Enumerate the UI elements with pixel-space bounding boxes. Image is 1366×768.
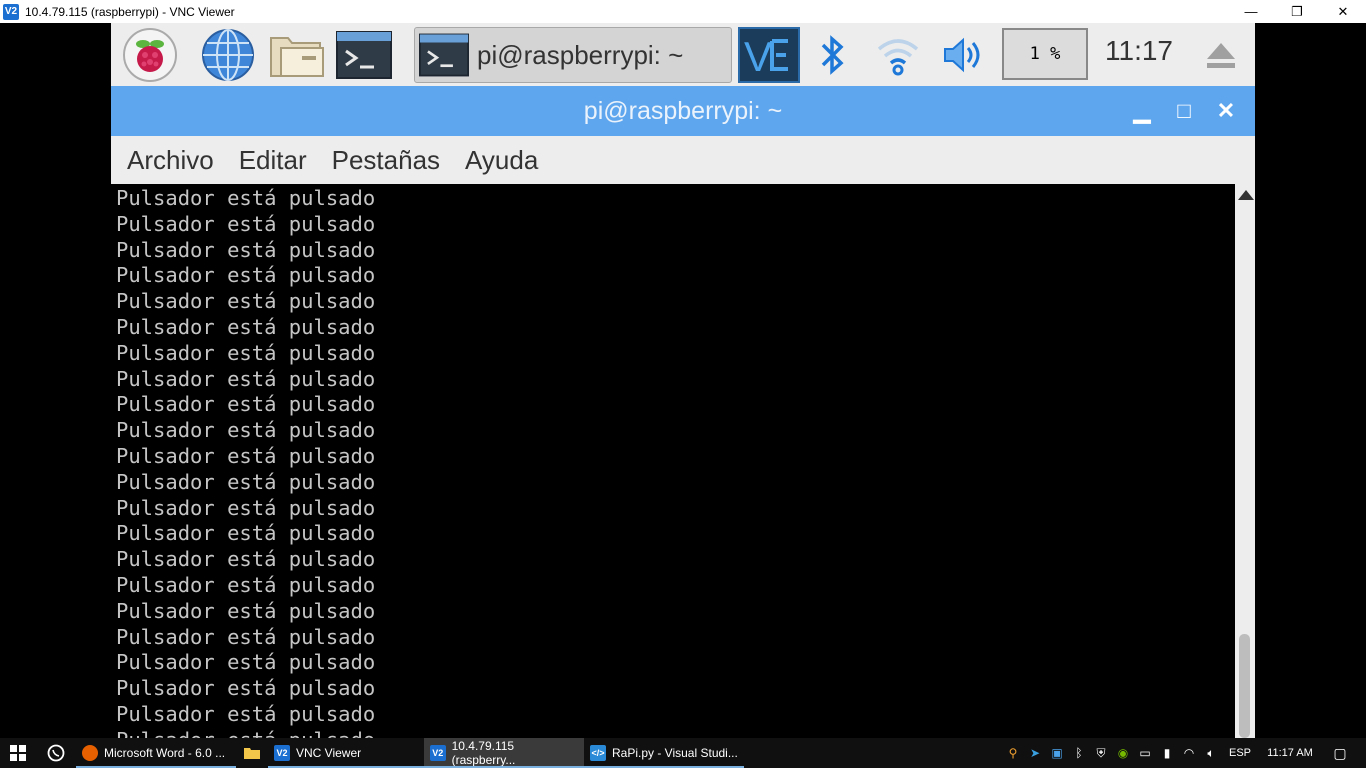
terminal-output[interactable]: Pulsador está pulsado Pulsador está puls…: [111, 184, 1235, 738]
window-title: 10.4.79.115 (raspberrypi) - VNC Viewer: [25, 4, 235, 19]
window-controls: — ❐ ✕: [1228, 0, 1366, 23]
terminal-titlebar[interactable]: pi@raspberrypi: ~ ▁ □ ✕: [111, 86, 1255, 136]
bluetooth-tray-icon[interactable]: ᛒ: [1068, 738, 1090, 768]
terminal-line: Pulsador está pulsado: [116, 314, 376, 339]
windows-taskbar: Microsoft Word - 6.0 ... V2 VNC Viewer V…: [0, 738, 1366, 768]
terminal-scrollbar[interactable]: [1235, 184, 1255, 738]
terminal-line: Pulsador está pulsado: [116, 211, 376, 236]
taskbar-app-vnc-viewer[interactable]: V2 VNC Viewer: [268, 738, 424, 768]
terminal-line: Pulsador está pulsado: [116, 392, 376, 417]
firefox-icon: [82, 745, 98, 761]
terminal-line: Pulsador está pulsado: [116, 366, 376, 391]
language-indicator[interactable]: ESP: [1222, 738, 1258, 768]
wifi-icon[interactable]: [873, 27, 923, 83]
taskbar-terminal-label: pi@raspberrypi: ~: [477, 39, 684, 70]
menu-ayuda[interactable]: Ayuda: [465, 145, 538, 176]
terminal-line: Pulsador está pulsado: [116, 521, 376, 546]
terminal-minimize-button[interactable]: ▁: [1121, 86, 1163, 136]
vnc-icon: V2: [274, 745, 290, 761]
telegram-icon[interactable]: ➤: [1024, 738, 1046, 768]
menu-archivo[interactable]: Archivo: [127, 145, 214, 176]
terminal-line: Pulsador está pulsado: [116, 443, 376, 468]
file-explorer-taskbar-icon[interactable]: [236, 738, 268, 768]
terminal-line: Pulsador está pulsado: [116, 598, 376, 623]
terminal-line: Pulsador está pulsado: [116, 572, 376, 597]
rpi-top-panel: pi@raspberrypi: ~ V 1 % 11:17: [111, 23, 1255, 86]
wifi-tray-icon[interactable]: ◠: [1178, 738, 1200, 768]
terminal-line: Pulsador está pulsado: [116, 340, 376, 365]
vscode-icon: </>: [590, 745, 606, 761]
terminal-line: Pulsador está pulsado: [116, 186, 376, 210]
terminal-icon: [419, 33, 469, 77]
menu-pestanas[interactable]: Pestañas: [332, 145, 440, 176]
terminal-line: Pulsador está pulsado: [116, 547, 376, 572]
battery-icon[interactable]: ▮: [1156, 738, 1178, 768]
nvidia-icon[interactable]: ◉: [1112, 738, 1134, 768]
terminal-line: Pulsador está pulsado: [116, 469, 376, 494]
scroll-up-icon[interactable]: [1238, 190, 1254, 200]
vnc-window-titlebar[interactable]: V2 10.4.79.115 (raspberrypi) - VNC Viewe…: [0, 0, 1366, 23]
vnc-app-icon: V2: [3, 3, 19, 20]
cpu-usage-monitor[interactable]: 1 %: [1002, 28, 1088, 80]
terminal-line: Pulsador está pulsado: [116, 263, 376, 288]
terminal-line: Pulsador está pulsado: [116, 701, 376, 726]
security-shield-icon[interactable]: ⛨: [1090, 738, 1112, 768]
windows-logo-icon: [10, 745, 26, 761]
file-manager-icon[interactable]: [267, 27, 327, 83]
volume-icon[interactable]: [939, 27, 989, 83]
maximize-button[interactable]: ❐: [1274, 0, 1320, 23]
scrollbar-thumb[interactable]: [1239, 634, 1250, 738]
terminal-line: Pulsador está pulsado: [116, 676, 376, 701]
terminal-line: Pulsador está pulsado: [116, 495, 376, 520]
terminal-menubar: Archivo Editar Pestañas Ayuda: [111, 136, 1255, 184]
eject-icon[interactable]: [1201, 27, 1241, 83]
minimize-button[interactable]: —: [1228, 0, 1274, 23]
taskbar-app-vnc-session[interactable]: V2 10.4.79.115 (raspberry...: [424, 738, 584, 768]
taskbar-app-label: 10.4.79.115 (raspberry...: [451, 739, 516, 767]
svg-text:V: V: [744, 33, 772, 77]
terminal-line: Pulsador está pulsado: [116, 237, 376, 262]
terminal-maximize-button[interactable]: □: [1163, 86, 1205, 136]
taskbar-app-label: RaPi.py - Visual Studi...: [612, 746, 738, 760]
taskbar-app-word[interactable]: Microsoft Word - 6.0 ...: [76, 738, 236, 768]
vnc-icon: V2: [430, 745, 446, 761]
terminal-line: Pulsador está pulsado: [116, 728, 1235, 738]
vnc-tray-icon[interactable]: ▣: [1046, 738, 1068, 768]
terminal-launcher-icon[interactable]: [335, 27, 393, 83]
taskbar-app-label: VNC Viewer: [296, 746, 362, 760]
terminal-title: pi@raspberrypi: ~: [583, 96, 783, 125]
display-icon[interactable]: ▭: [1134, 738, 1156, 768]
panel-clock[interactable]: 11:17: [1105, 35, 1173, 67]
whatsapp-taskbar-icon[interactable]: [36, 738, 76, 768]
system-tray: ⚲ ➤ ▣ ᛒ ⛨ ◉ ▭ ▮ ◠ 🔈︎ ESP 11:17 AM ▢: [1002, 738, 1366, 768]
terminal-close-button[interactable]: ✕: [1205, 86, 1247, 136]
terminal-line: Pulsador está pulsado: [116, 650, 376, 675]
vnc-server-icon[interactable]: V: [738, 27, 800, 83]
web-browser-icon[interactable]: [199, 27, 257, 83]
close-button[interactable]: ✕: [1320, 0, 1366, 23]
bluetooth-icon[interactable]: [811, 27, 855, 83]
search-icon[interactable]: ⚲: [1002, 738, 1024, 768]
volume-tray-icon[interactable]: 🔈︎: [1200, 738, 1222, 768]
terminal-line: Pulsador está pulsado: [116, 624, 376, 649]
taskbar-terminal-button[interactable]: pi@raspberrypi: ~: [414, 27, 732, 83]
show-desktop-button[interactable]: [1358, 738, 1366, 768]
taskbar-app-vscode[interactable]: </> RaPi.py - Visual Studi...: [584, 738, 744, 768]
taskbar-clock[interactable]: 11:17 AM: [1258, 738, 1322, 768]
taskbar-app-label: Microsoft Word - 6.0 ...: [104, 746, 226, 760]
terminal-line: Pulsador está pulsado: [116, 289, 376, 314]
raspberry-menu-icon[interactable]: [121, 27, 179, 83]
menu-editar[interactable]: Editar: [239, 145, 307, 176]
terminal-window-controls: ▁ □ ✕: [1121, 86, 1247, 136]
start-button[interactable]: [0, 738, 36, 768]
terminal-line: Pulsador está pulsado: [116, 418, 376, 443]
notifications-icon[interactable]: ▢: [1322, 738, 1358, 768]
